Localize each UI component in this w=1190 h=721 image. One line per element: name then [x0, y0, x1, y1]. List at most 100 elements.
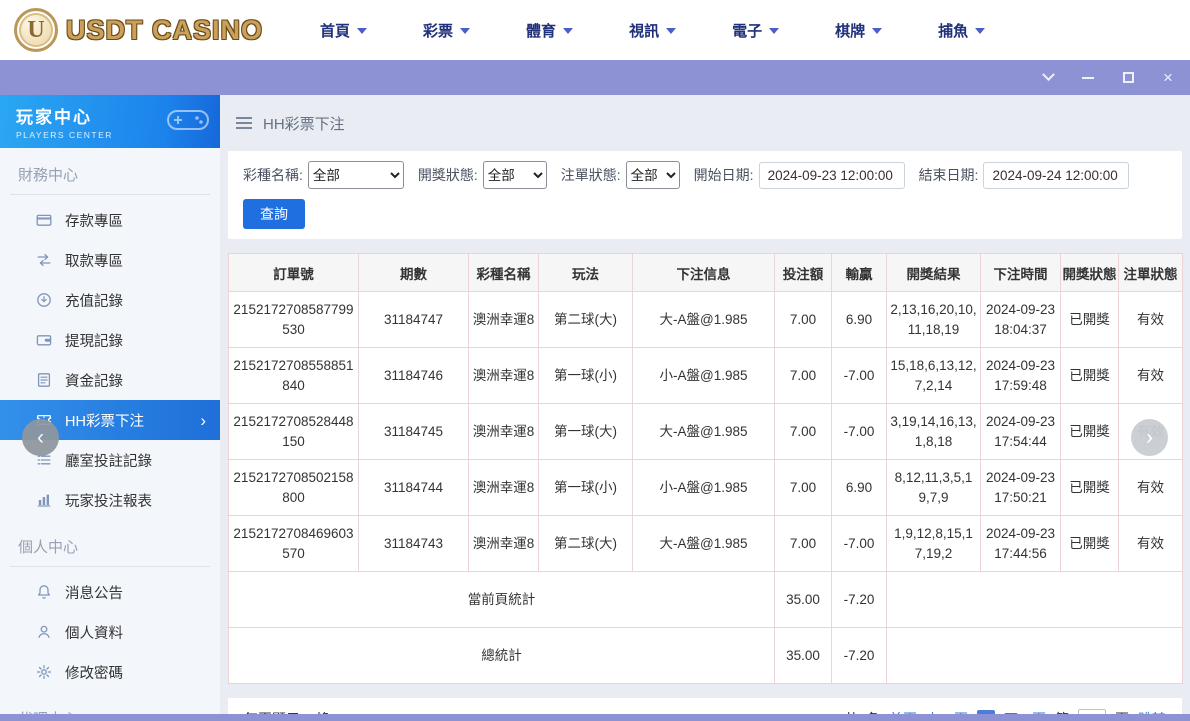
user-icon — [36, 624, 52, 640]
bet-status-select[interactable]: 全部 — [626, 161, 680, 189]
column-header-win-loss: 輸贏 — [832, 254, 887, 292]
window-bottom-frame — [0, 714, 1190, 721]
summary-label: 總統計 — [229, 628, 775, 684]
nav-item-sports[interactable]: 體育 — [526, 20, 573, 41]
cell-bet-time: 2024-09-23 17:59:48 — [981, 348, 1061, 404]
nav-item-slots[interactable]: 電子 — [732, 20, 779, 41]
cell-draw-status: 已開獎 — [1061, 292, 1119, 348]
cell-bet-amount: 7.00 — [775, 516, 832, 572]
column-header-bet-info: 下注信息 — [633, 254, 775, 292]
cell-draw-result: 1,9,12,8,15,17,19,2 — [887, 516, 981, 572]
table-body: 215217270858779953031184747澳洲幸運8第二球(大)大-… — [229, 292, 1183, 684]
sidebar-item-withdraw[interactable]: 取款專區 — [0, 240, 220, 280]
table-row: 215217270852844815031184745澳洲幸運8第一球(大)大-… — [229, 404, 1183, 460]
app-window: U USDT CASINO 首頁彩票體育視訊電子棋牌捕魚 × 玩家中心 PLAY… — [0, 0, 1190, 721]
gear-icon — [36, 664, 52, 680]
sidebar-item-announcements[interactable]: 消息公告 — [0, 572, 220, 612]
cell-lottery-name: 澳洲幸運8 — [469, 348, 539, 404]
cell-play-type: 第一球(小) — [539, 460, 633, 516]
cell-win-loss: 6.90 — [832, 460, 887, 516]
start-date-input[interactable] — [759, 162, 905, 189]
nav-item-lottery[interactable]: 彩票 — [423, 20, 470, 41]
chevron-down-icon — [975, 28, 985, 34]
cell-bet-time: 2024-09-23 17:50:21 — [981, 460, 1061, 516]
cell-bet-amount: 7.00 — [775, 460, 832, 516]
summary-empty — [887, 628, 1183, 684]
sidebar-item-player-bet-report[interactable]: 玩家投注報表 — [0, 480, 220, 520]
sidebar-item-label: 消息公告 — [65, 582, 123, 603]
cell-draw-result: 3,19,14,16,13,1,8,18 — [887, 404, 981, 460]
cell-lottery-name: 澳洲幸運8 — [469, 292, 539, 348]
nav-item-label: 體育 — [526, 20, 556, 41]
bell-icon — [36, 584, 52, 600]
cell-win-loss: -7.00 — [832, 516, 887, 572]
page-title: HH彩票下注 — [263, 113, 345, 134]
recharge-icon — [36, 292, 52, 308]
cell-bet-time: 2024-09-23 17:44:56 — [981, 516, 1061, 572]
table-row: 215217270858779953031184747澳洲幸運8第二球(大)大-… — [229, 292, 1183, 348]
sidebar: 玩家中心 PLAYERS CENTER 財務中心存款專區取款專區充值記錄提現記錄… — [0, 95, 220, 714]
draw-status-select[interactable]: 全部 — [483, 161, 547, 189]
close-icon[interactable]: × — [1160, 70, 1176, 86]
nav-item-video[interactable]: 視訊 — [629, 20, 676, 41]
filter-panel: 彩種名稱: 全部 開獎狀態: 全部 注單狀態: 全部 開始日期: 結束日期: 查… — [228, 151, 1182, 239]
sidebar-item-cashout-record[interactable]: 提現記錄 — [0, 320, 220, 360]
cell-bet-time: 2024-09-23 18:04:37 — [981, 292, 1061, 348]
nav-item-label: 電子 — [732, 20, 762, 41]
cell-bet-info: 大-A盤@1.985 — [633, 292, 775, 348]
sidebar-item-label: 充值記錄 — [65, 290, 123, 311]
sidebar-item-change-password[interactable]: 修改密碼 — [0, 652, 220, 692]
column-header-period: 期數 — [359, 254, 469, 292]
logo-text: USDT CASINO — [66, 15, 263, 46]
bets-table: 訂單號期數彩種名稱玩法下注信息投注額輸贏開獎結果下注時間開獎狀態注單狀態 215… — [228, 253, 1183, 684]
sidebar-item-profile[interactable]: 個人資料 — [0, 612, 220, 652]
end-date-input[interactable] — [983, 162, 1129, 189]
nav-item-label: 視訊 — [629, 20, 659, 41]
search-button[interactable]: 查詢 — [243, 199, 305, 229]
column-header-lottery-name: 彩種名稱 — [469, 254, 539, 292]
lottery-name-select[interactable]: 全部 — [308, 161, 404, 189]
cell-period: 31184746 — [359, 348, 469, 404]
cell-period: 31184744 — [359, 460, 469, 516]
cell-period: 31184745 — [359, 404, 469, 460]
sidebar-item-label: 提現記錄 — [65, 330, 123, 351]
cell-bet-amount: 7.00 — [775, 348, 832, 404]
chevron-down-icon — [666, 28, 676, 34]
maximize-icon[interactable] — [1120, 70, 1136, 86]
scroll-right-arrow[interactable]: › — [1131, 419, 1168, 456]
main-content: HH彩票下注 彩種名稱: 全部 開獎狀態: 全部 注單狀態: 全部 開始日期: … — [220, 95, 1190, 714]
sidebar-item-recharge-record[interactable]: 充值記錄 — [0, 280, 220, 320]
minimize-icon[interactable] — [1080, 70, 1096, 86]
collapse-chevron-icon[interactable] — [1040, 70, 1056, 86]
column-header-bet-time: 下注時間 — [981, 254, 1061, 292]
nav-item-cards[interactable]: 棋牌 — [835, 20, 882, 41]
table-header-row: 訂單號期數彩種名稱玩法下注信息投注額輸贏開獎結果下注時間開獎狀態注單狀態 — [229, 254, 1183, 292]
nav-item-home[interactable]: 首頁 — [320, 20, 367, 41]
summary-win-loss: -7.20 — [832, 628, 887, 684]
cell-bet-status: 有效 — [1119, 348, 1183, 404]
summary-label: 當前頁統計 — [229, 572, 775, 628]
summary-empty — [887, 572, 1183, 628]
main-nav: 首頁 彩票 體育 視訊 電子 棋牌 捕魚 — [320, 20, 985, 41]
cell-lottery-name: 澳洲幸運8 — [469, 516, 539, 572]
pagination-bar: 每頁顯示20條 共5条 首页 上一页 1 下一页 第 页 跳转 — [228, 698, 1182, 714]
chevron-down-icon — [460, 28, 470, 34]
scroll-left-arrow[interactable]: ‹ — [22, 419, 59, 456]
nav-item-label: 首頁 — [320, 20, 350, 41]
sidebar-item-funds-record[interactable]: 資金記錄 — [0, 360, 220, 400]
summary-bet-amount: 35.00 — [775, 572, 832, 628]
cell-bet-info: 大-A盤@1.985 — [633, 404, 775, 460]
column-header-bet-status: 注單狀態 — [1119, 254, 1183, 292]
nav-item-fishing[interactable]: 捕魚 — [938, 20, 985, 41]
menu-toggle-icon[interactable] — [236, 117, 252, 129]
sidebar-item-label: HH彩票下注 — [65, 410, 144, 431]
sidebar-item-label: 廳室投註記錄 — [65, 450, 152, 471]
logo[interactable]: U USDT CASINO — [14, 8, 263, 52]
cell-bet-info: 大-A盤@1.985 — [633, 516, 775, 572]
sidebar-item-deposit[interactable]: 存款專區 — [0, 200, 220, 240]
window-titlebar: × — [0, 60, 1190, 95]
cell-play-type: 第二球(大) — [539, 292, 633, 348]
cell-bet-status: 有效 — [1119, 292, 1183, 348]
logo-emblem-icon: U — [14, 8, 58, 52]
nav-item-label: 棋牌 — [835, 20, 865, 41]
